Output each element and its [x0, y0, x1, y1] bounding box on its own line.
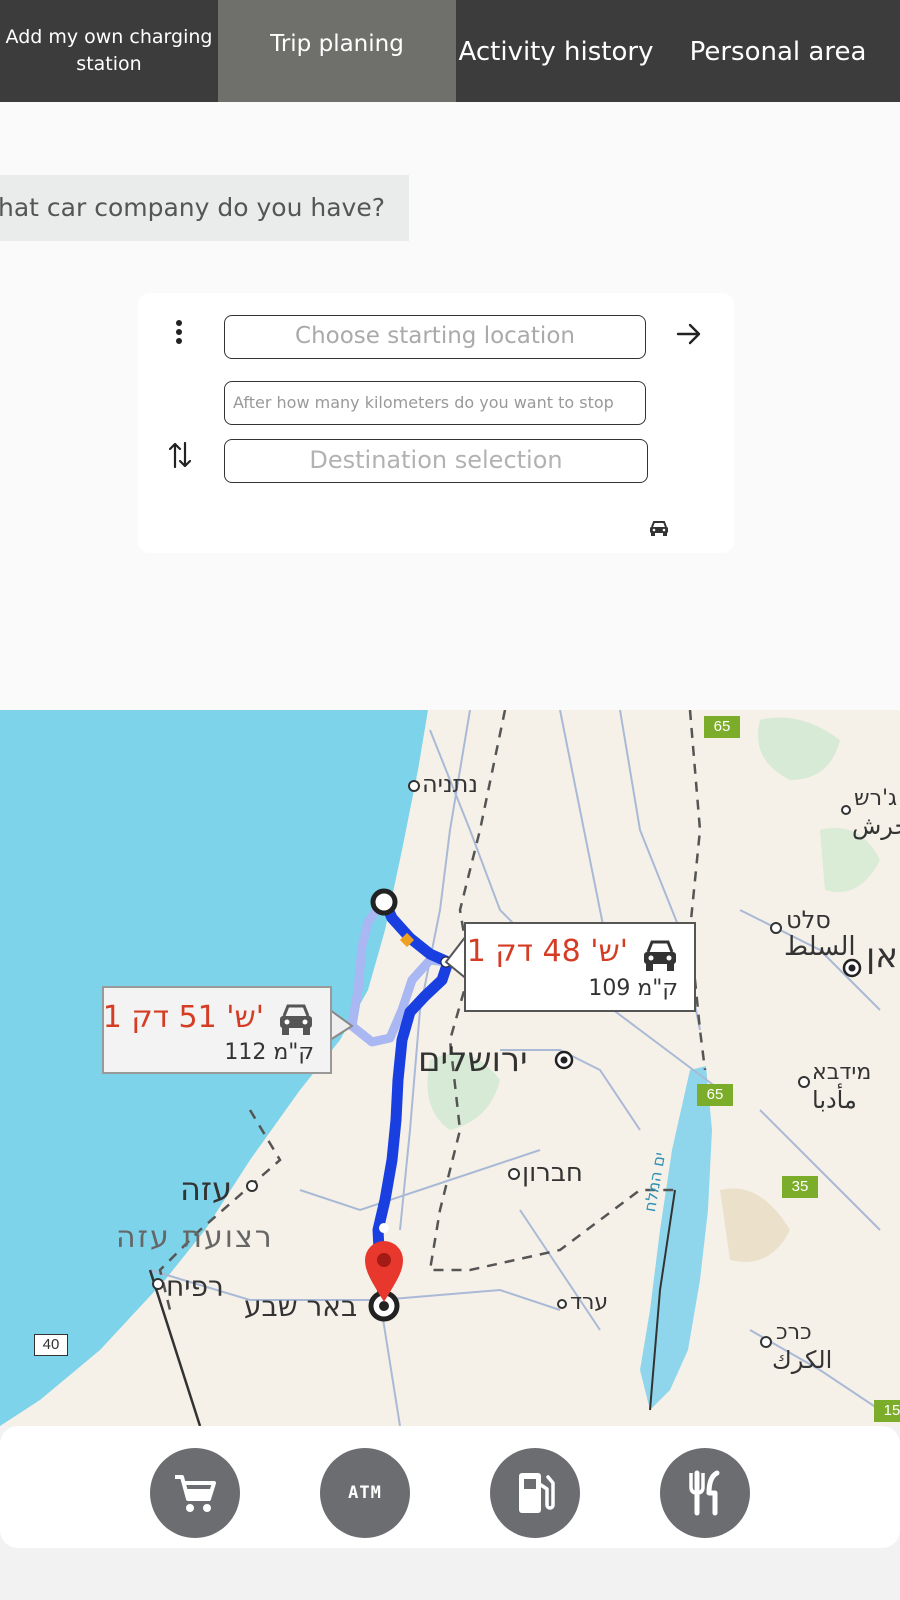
place-label-rafah: רפיח	[166, 1270, 224, 1303]
tab-trip-planning[interactable]: Trip planing	[218, 0, 456, 102]
restaurant-button[interactable]	[660, 1448, 750, 1538]
place-label-jerash: ג'רש	[854, 786, 898, 811]
fuel-pump-icon	[519, 1473, 555, 1513]
fuel-station-button[interactable]	[490, 1448, 580, 1538]
route-distance: 112 ק"מ	[224, 1040, 314, 1065]
car-icon[interactable]	[646, 517, 672, 539]
place-label-amman-partial: אן	[866, 936, 898, 976]
place-label-netanya: נתניה	[422, 770, 479, 798]
route-distance: 109 ק"מ	[588, 976, 678, 1001]
place-label-gaza-strip: רצועת עזה	[116, 1220, 274, 1255]
route-info-primary[interactable]: 1 ש' 48 דק' 109 ק"מ	[464, 922, 696, 1012]
place-label-salt: סלט	[786, 906, 831, 934]
car-icon	[640, 938, 680, 976]
arrow-right-icon[interactable]	[674, 319, 704, 349]
place-label-salt-ar: السلط	[784, 932, 856, 962]
atm-button[interactable]: ATM	[320, 1448, 410, 1538]
highway-shield: 40	[34, 1334, 68, 1356]
highway-shield: 35	[782, 1176, 818, 1198]
highway-shield: 65	[704, 716, 740, 738]
tab-add-charging-station[interactable]: Add my own charging station	[0, 0, 218, 102]
route-map[interactable]: 1 ש' 48 דק' 109 ק"מ 1 ש' 51 דק' 112 ק"מ …	[0, 710, 900, 1426]
place-label-jerash-ar: جرش	[852, 812, 900, 840]
car-company-label: hat car company do you have?	[0, 193, 385, 222]
place-label-madaba-ar: مأدبا	[812, 1086, 857, 1114]
car-company-select[interactable]: hat car company do you have?	[0, 175, 409, 241]
tab-activity-history[interactable]: Activity history	[456, 0, 656, 102]
swap-icon[interactable]	[166, 439, 194, 471]
shopping-cart-icon	[175, 1475, 216, 1512]
amenity-bar: ATM	[0, 1426, 900, 1548]
place-label-arad: ערד	[570, 1290, 609, 1315]
place-label-karak-ar: الكرك	[772, 1346, 833, 1374]
shopping-cart-button[interactable]	[150, 1448, 240, 1538]
route-time: 1 ש' 51 דק'	[102, 1000, 264, 1035]
stop-distance-input[interactable]: After how many kilometers do you want to…	[224, 381, 646, 425]
car-icon	[276, 1002, 316, 1040]
atm-icon: ATM	[348, 1483, 382, 1503]
tab-personal-area[interactable]: Personal area	[656, 0, 900, 102]
route-info-alternate[interactable]: 1 ש' 51 דק' 112 ק"מ	[102, 986, 332, 1074]
starting-location-input[interactable]: Choose starting location	[224, 315, 646, 359]
highway-shield: 15	[874, 1400, 900, 1422]
place-label-madaba: מידבא	[812, 1060, 872, 1085]
place-label-gaza: עזה	[180, 1170, 233, 1208]
destination-input[interactable]: Destination selection	[224, 439, 648, 483]
place-label-hebron: חברון	[522, 1158, 583, 1188]
top-navigation: Add my own charging station Trip planing…	[0, 0, 900, 102]
restaurant-icon	[689, 1470, 720, 1516]
place-label-karak: כרכ	[776, 1320, 812, 1345]
highway-shield: 65	[697, 1084, 733, 1106]
route-time: 1 ש' 48 דק'	[466, 934, 628, 969]
trip-form-panel: Choose starting location After how many …	[138, 293, 734, 553]
place-label-beersheba: באר שבע	[244, 1290, 358, 1323]
place-label-jerusalem: ירושלים	[418, 1040, 528, 1080]
more-options-icon[interactable]	[168, 317, 190, 347]
